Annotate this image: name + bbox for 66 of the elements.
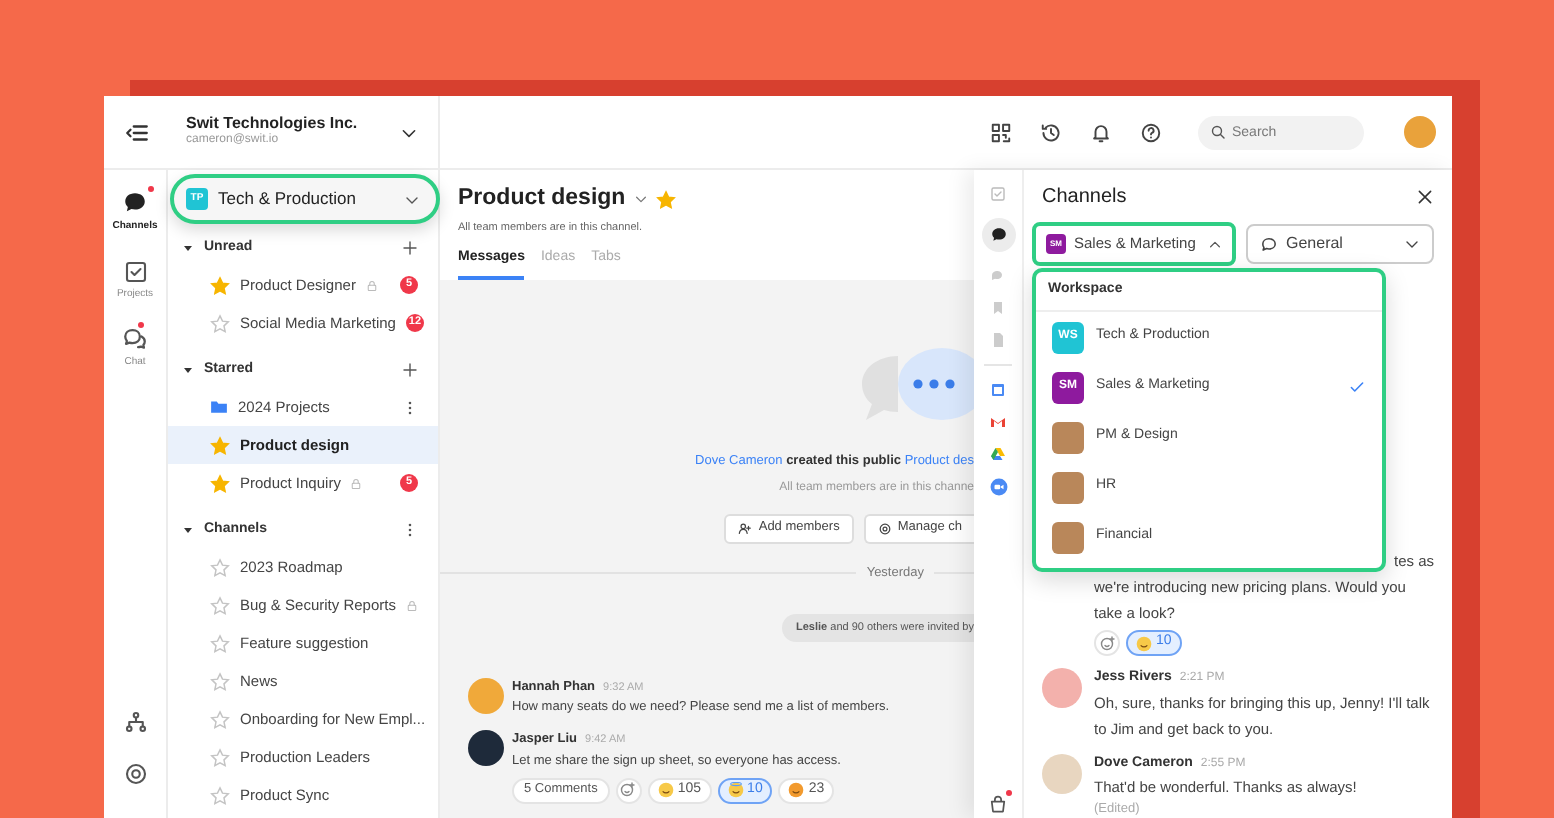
- avatar: [468, 677, 504, 713]
- avatar: [468, 730, 504, 766]
- chevron-down-icon: [1404, 236, 1420, 252]
- video-icon[interactable]: [989, 478, 1007, 496]
- chat-bubble-icon: [1260, 235, 1278, 253]
- caret-icon[interactable]: [184, 526, 192, 534]
- chat-tab[interactable]: [981, 218, 1015, 252]
- photo-placeholder: [1052, 521, 1084, 553]
- checkbox-icon: [123, 259, 147, 283]
- star-icon[interactable]: [210, 473, 230, 493]
- photo-placeholder: [1052, 421, 1084, 453]
- star-outline-icon[interactable]: [210, 633, 230, 653]
- star-outline-icon[interactable]: [210, 595, 230, 615]
- checkbox-icon: [990, 186, 1006, 202]
- search-icon: [1210, 124, 1226, 140]
- star-icon[interactable]: [210, 435, 230, 455]
- emoji-icon: [657, 782, 674, 798]
- star-outline-icon[interactable]: [210, 747, 230, 767]
- chevron-up-icon: [1208, 237, 1222, 251]
- chat-bubbles-icon[interactable]: [990, 268, 1006, 284]
- smiley-icon: [1099, 635, 1115, 651]
- workspace-name: Swit Technologies Inc.: [186, 114, 358, 133]
- bookmark-icon[interactable]: [990, 300, 1006, 316]
- avatar: [1042, 753, 1082, 793]
- channel-select[interactable]: General: [1246, 224, 1434, 264]
- chat-bubble-icon: [121, 190, 148, 216]
- menu-collapse-icon: [123, 119, 149, 145]
- add-reaction-button[interactable]: [1094, 630, 1120, 656]
- caret-icon[interactable]: [184, 244, 192, 252]
- star-icon[interactable]: [210, 275, 230, 295]
- chat-bubble-icon: [989, 226, 1007, 244]
- avatar[interactable]: [1404, 116, 1436, 148]
- emoji-icon: [1136, 635, 1152, 651]
- panel-title: Channels: [1042, 184, 1127, 212]
- photo-placeholder: [1052, 471, 1084, 503]
- emoji-icon: [727, 782, 744, 798]
- history-icon: [1040, 121, 1062, 143]
- star-outline-icon[interactable]: [210, 785, 230, 805]
- star-outline-icon[interactable]: [210, 709, 230, 729]
- star-outline-icon[interactable]: [210, 557, 230, 577]
- plus-icon: [402, 362, 418, 378]
- shopping-bag-icon: [988, 794, 1008, 814]
- target-icon: [123, 762, 147, 786]
- star-icon[interactable]: [655, 189, 676, 210]
- help-icon: [1140, 121, 1162, 143]
- drive-icon[interactable]: [990, 446, 1006, 462]
- close-icon: [1416, 188, 1434, 206]
- add-reaction-button[interactable]: [615, 777, 642, 803]
- bell-icon: [1090, 121, 1112, 143]
- emoji-icon: [788, 782, 805, 798]
- smiley-icon: [620, 782, 637, 798]
- mail-icon[interactable]: [990, 414, 1006, 430]
- org-chart-icon: [123, 710, 147, 734]
- document-icon[interactable]: [990, 332, 1006, 348]
- avatar: [1042, 668, 1082, 708]
- caret-icon[interactable]: [184, 366, 192, 374]
- star-outline-icon[interactable]: [210, 671, 230, 691]
- channel-title: Product design: [458, 184, 626, 214]
- folder-icon: [210, 398, 228, 416]
- star-outline-icon[interactable]: [210, 313, 230, 333]
- add-user-icon: [738, 521, 753, 536]
- grid-icon: [990, 121, 1012, 143]
- plus-icon: [402, 240, 418, 256]
- chat-bubbles-icon: [122, 326, 148, 352]
- calendar-icon[interactable]: [990, 382, 1006, 398]
- chevron-down-icon: [633, 192, 648, 207]
